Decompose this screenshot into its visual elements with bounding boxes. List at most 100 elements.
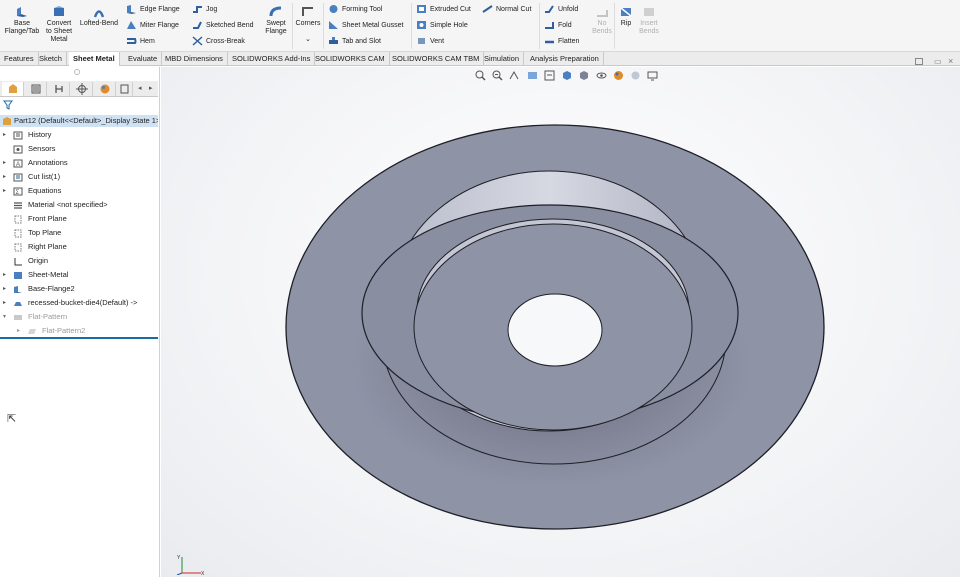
lofted-bend-button[interactable]: Lofted-Bend: [78, 6, 120, 28]
panel-grip-icon[interactable]: [74, 69, 80, 75]
edge-flange-button[interactable]: Edge Flange: [126, 4, 180, 16]
tab-solidworks-cam[interactable]: SOLIDWORKS CAM: [311, 52, 390, 66]
ribbon-separator: [323, 3, 324, 49]
forming-tool-button[interactable]: Forming Tool: [328, 4, 382, 16]
sketched-bend-icon: [193, 21, 202, 30]
normal-cut-button[interactable]: Normal Cut: [482, 4, 531, 16]
normal-cut-icon: [482, 5, 493, 13]
flatten-button[interactable]: Flatten: [544, 36, 579, 48]
lofted-bend-icon: [93, 10, 105, 18]
expand-arrow-icon[interactable]: ▸: [3, 185, 6, 197]
rollback-bar[interactable]: [0, 337, 158, 339]
history-icon: [13, 131, 23, 140]
tab-sheet-metal[interactable]: Sheet Metal: [69, 52, 120, 66]
corners-button[interactable]: Corners ⌄: [294, 6, 322, 44]
gusset-button[interactable]: Sheet Metal Gusset: [328, 20, 403, 32]
rip-button[interactable]: Rip: [616, 6, 636, 28]
insert-bends-icon: [644, 8, 654, 16]
dimxpert-tab[interactable]: [71, 82, 93, 96]
tab-analysis-preparation[interactable]: Analysis Preparation: [526, 52, 604, 66]
feature-manager-tab[interactable]: [2, 82, 24, 96]
corners-icon: [302, 7, 313, 16]
extruded-cut-button[interactable]: Extruded Cut: [416, 4, 471, 16]
tab-simulation[interactable]: Simulation: [480, 52, 525, 66]
tab-features[interactable]: Features: [0, 52, 39, 66]
expand-arrow-icon[interactable]: ▸: [3, 269, 6, 281]
part-model[interactable]: [161, 67, 960, 577]
display-manager-tab[interactable]: [94, 82, 116, 96]
mouse-cursor-icon: ⇱: [7, 413, 17, 425]
cross-break-button[interactable]: Cross-Break: [192, 36, 245, 48]
tab-slot-icon: [329, 37, 338, 45]
miter-flange-icon: [127, 21, 136, 30]
crosshair-icon: [75, 83, 88, 95]
forming-tool-icon: [329, 5, 338, 14]
miter-flange-button[interactable]: Miter Flange: [126, 20, 179, 32]
property-manager-tab[interactable]: [25, 82, 47, 96]
hem-button[interactable]: Hem: [126, 36, 155, 48]
property-manager-icon: [31, 84, 40, 94]
swept-flange-icon: [269, 6, 282, 17]
chevron-left-icon[interactable]: ◂: [138, 84, 142, 92]
cut-list-icon: [13, 173, 23, 182]
cross-break-icon: [192, 36, 203, 46]
tab-solidworks-cam-tbm[interactable]: SOLIDWORKS CAM TBM: [388, 52, 485, 66]
origin-icon: [14, 258, 22, 266]
minimize-icon[interactable]: ▭: [934, 57, 942, 66]
expand-arrow-icon[interactable]: ▸: [3, 283, 6, 295]
forming-tool-icon: [14, 302, 22, 306]
restore-icon[interactable]: [915, 58, 923, 65]
expand-arrow-icon[interactable]: ▸: [3, 129, 6, 141]
collapse-arrow-icon[interactable]: ▾: [3, 311, 6, 323]
material-icon: [14, 202, 22, 209]
vent-button[interactable]: Vent: [416, 36, 444, 48]
flatten-icon: [545, 40, 554, 44]
configuration-manager-tab[interactable]: [48, 82, 70, 96]
tab-solidworks-add-ins[interactable]: SOLIDWORKS Add-Ins: [228, 52, 316, 66]
sketched-bend-button[interactable]: Sketched Bend: [192, 20, 253, 32]
convert-sheet-metal-icon: [54, 6, 64, 16]
no-bends-button[interactable]: No Bends: [590, 6, 614, 36]
close-icon[interactable]: ×: [948, 56, 953, 66]
jog-icon: [193, 6, 202, 14]
triad-icon: Y X: [176, 555, 205, 575]
gusset-icon: [329, 21, 338, 30]
svg-text:Σ: Σ: [16, 190, 20, 196]
plane-icon: [14, 229, 22, 238]
jog-button[interactable]: Jog: [192, 4, 217, 16]
expand-arrow-icon[interactable]: ▸: [3, 171, 6, 183]
filter-button[interactable]: [3, 100, 13, 112]
command-ribbon: Base Flange/Tab Convert to Sheet Metal L…: [0, 0, 960, 52]
svg-text:Y: Y: [177, 555, 181, 561]
tab-evaluate[interactable]: Evaluate: [124, 52, 163, 66]
chevron-right-icon[interactable]: ▸: [149, 84, 153, 92]
unfold-button[interactable]: Unfold: [544, 4, 578, 16]
expand-arrow-icon[interactable]: ▸: [17, 325, 20, 337]
tab-slot-button[interactable]: Tab and Slot: [328, 36, 381, 48]
vent-icon: [418, 38, 425, 44]
cam-icon: [120, 84, 128, 94]
fold-button[interactable]: Fold: [544, 20, 572, 32]
convert-to-sheet-metal-button[interactable]: Convert to Sheet Metal: [43, 6, 75, 44]
svg-text:X: X: [201, 571, 205, 575]
cam-tab[interactable]: [117, 82, 133, 96]
feature-manager-panel: ◂ ▸ Part12 (Default<<Default>_Display St…: [0, 67, 160, 577]
graphics-area[interactable]: ▭ × Y X: [161, 56, 960, 577]
expand-arrow-icon[interactable]: ▸: [3, 297, 6, 309]
equations-icon: Σ: [13, 187, 23, 196]
expand-arrow-icon[interactable]: ▸: [3, 157, 6, 169]
base-flange-button[interactable]: Base Flange/Tab: [3, 6, 41, 36]
tab-sketch[interactable]: Sketch: [35, 52, 67, 66]
base-flange-icon: [14, 286, 22, 293]
tab-mbd-dimensions[interactable]: MBD Dimensions: [161, 52, 228, 66]
ribbon-separator: [292, 3, 293, 49]
swept-flange-button[interactable]: Swept Flange: [262, 6, 290, 36]
center-hole[interactable]: [507, 293, 603, 367]
hem-icon: [127, 38, 137, 45]
insert-bends-button[interactable]: Insert Bends: [636, 6, 662, 36]
chevron-down-icon[interactable]: ⌄: [294, 36, 322, 44]
simple-hole-button[interactable]: Simple Hole: [416, 20, 468, 32]
base-flange-icon: [17, 7, 27, 17]
tree-root-part[interactable]: Part12 (Default<<Default>_Display State …: [0, 115, 158, 127]
edge-flange-icon: [127, 5, 136, 15]
